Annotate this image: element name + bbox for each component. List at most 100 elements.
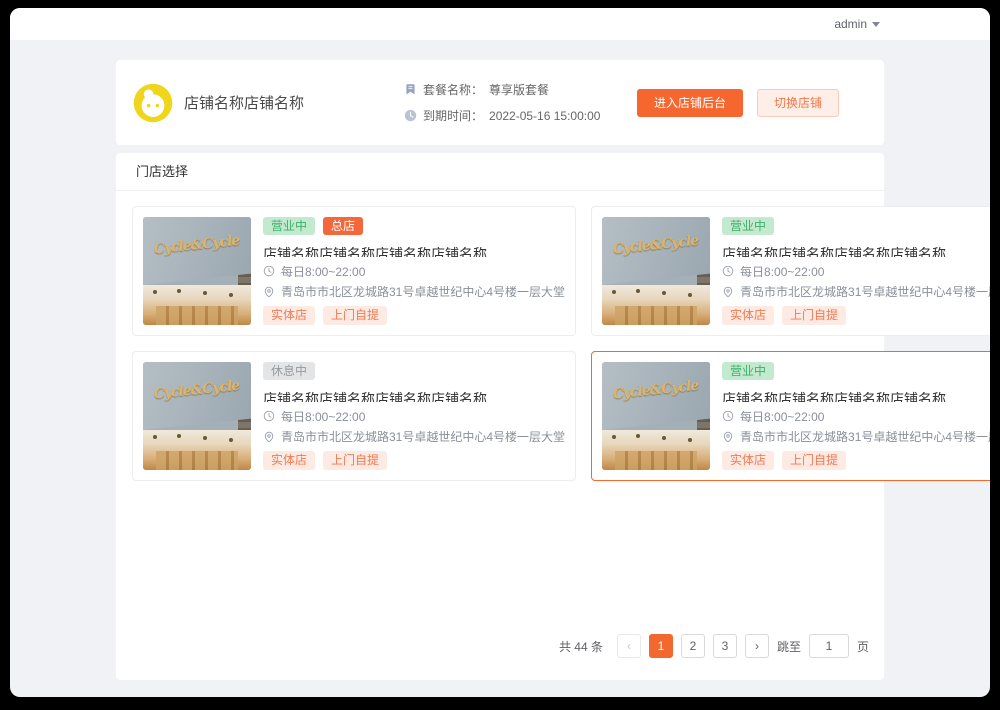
package-label: 套餐名称：	[423, 81, 483, 98]
user-menu[interactable]: admin	[834, 17, 880, 31]
status-badge: 营业中	[263, 217, 315, 235]
jump-label: 跳至	[777, 638, 801, 655]
package-row: 套餐名称： 尊享版套餐	[404, 81, 637, 98]
store-name: 店铺名称店铺名称店铺名称店铺名称	[263, 389, 565, 402]
expire-value: 2022-05-16 15:00:00	[489, 109, 600, 123]
store-photo: Cycle&Cycle	[143, 217, 251, 325]
status-badge: 营业中	[722, 217, 774, 235]
next-page-button[interactable]: ›	[745, 634, 769, 658]
store-tag: 上门自提	[782, 451, 846, 470]
badge-row: 营业中 总店	[263, 217, 565, 235]
clock-icon	[722, 266, 734, 277]
main-content: 店铺名称店铺名称 套餐名称： 尊享版套餐 到期时间：	[116, 60, 884, 680]
page-button-2[interactable]: 2	[681, 634, 705, 658]
shop-name: 店铺名称店铺名称	[184, 92, 304, 113]
shop-brand: 店铺名称店铺名称	[132, 82, 404, 124]
storefront-sign-text: Cycle&Cycle	[612, 378, 699, 403]
store-name: 店铺名称店铺名称店铺名称店铺名称	[722, 244, 990, 257]
store-tag: 实体店	[263, 306, 315, 325]
clock-icon	[263, 266, 275, 277]
pagination: 共 44 条 ‹ 1 2 3 › 跳至 页	[116, 634, 884, 680]
hours-text: 每日8:00~22:00	[281, 411, 365, 422]
expire-row: 到期时间： 2022-05-16 15:00:00	[404, 107, 637, 124]
clock-icon	[263, 411, 275, 422]
store-card[interactable]: Cycle&Cycle 营业中 总店 店铺名称店铺名称店铺名称店铺名称 每日8:…	[132, 206, 576, 336]
address-text: 青岛市市北区龙城路31号卓越世纪中心4号楼一层大堂	[740, 286, 990, 297]
store-body: 休息中 店铺名称店铺名称店铺名称店铺名称 每日8:00~22:00 青岛市市北区…	[263, 362, 565, 470]
address-text: 青岛市市北区龙城路31号卓越世纪中心4号楼一层大堂	[281, 286, 565, 297]
badge-row: 营业中	[722, 217, 990, 235]
address-row: 青岛市市北区龙城路31号卓越世纪中心4号楼一层大堂	[722, 431, 990, 442]
hours-text: 每日8:00~22:00	[281, 266, 365, 277]
clock-icon	[722, 411, 734, 422]
tag-row: 实体店 上门自提	[722, 451, 990, 470]
tag-row: 实体店 上门自提	[722, 306, 990, 325]
storefront-sign-text: Cycle&Cycle	[153, 378, 240, 403]
app-window: admin 店铺名称店铺名称	[10, 8, 990, 697]
hours-text: 每日8:00~22:00	[740, 411, 824, 422]
hours-row: 每日8:00~22:00	[263, 266, 565, 277]
location-pin-icon	[722, 286, 734, 297]
address-text: 青岛市市北区龙城路31号卓越世纪中心4号楼一层大堂	[740, 431, 990, 442]
badge-row: 营业中	[722, 362, 990, 380]
main-store-badge: 总店	[323, 217, 363, 235]
expire-label: 到期时间：	[423, 107, 483, 124]
topbar: admin	[10, 8, 990, 40]
address-row: 青岛市市北区龙城路31号卓越世纪中心4号楼一层大堂	[263, 431, 565, 442]
store-body: 营业中 店铺名称店铺名称店铺名称店铺名称 每日8:00~22:00 青岛市市北区…	[722, 217, 990, 325]
address-row: 青岛市市北区龙城路31号卓越世纪中心4号楼一层大堂	[722, 286, 990, 297]
badge-row: 休息中	[263, 362, 565, 380]
store-body: 营业中 店铺名称店铺名称店铺名称店铺名称 每日8:00~22:00 青岛市市北区…	[722, 362, 990, 470]
user-menu-label: admin	[834, 17, 867, 31]
store-body: 营业中 总店 店铺名称店铺名称店铺名称店铺名称 每日8:00~22:00 青岛市…	[263, 217, 565, 325]
jump-suffix: 页	[857, 638, 869, 655]
page-button-1[interactable]: 1	[649, 634, 673, 658]
location-pin-icon	[263, 431, 275, 442]
store-tag: 上门自提	[782, 306, 846, 325]
store-name: 店铺名称店铺名称店铺名称店铺名称	[263, 244, 565, 257]
bookmark-icon	[404, 83, 417, 96]
pagination-total: 共 44 条	[559, 638, 603, 655]
tag-row: 实体店 上门自提	[263, 306, 565, 325]
store-tag: 上门自提	[323, 306, 387, 325]
hours-row: 每日8:00~22:00	[263, 411, 565, 422]
shop-header-card: 店铺名称店铺名称 套餐名称： 尊享版套餐 到期时间：	[116, 60, 884, 145]
hours-row: 每日8:00~22:00	[722, 266, 990, 277]
status-badge: 休息中	[263, 362, 315, 380]
store-photo: Cycle&Cycle	[602, 362, 710, 470]
store-tag: 实体店	[722, 451, 774, 470]
hours-row: 每日8:00~22:00	[722, 411, 990, 422]
jump-page-input[interactable]	[809, 634, 849, 658]
clock-filled-icon	[404, 109, 417, 122]
plan-info: 套餐名称： 尊享版套餐 到期时间： 2022-05-16 15:00:00	[404, 81, 637, 124]
store-photo: Cycle&Cycle	[143, 362, 251, 470]
status-badge: 营业中	[722, 362, 774, 380]
store-tag: 实体店	[263, 451, 315, 470]
caret-down-icon	[872, 22, 880, 27]
prev-page-button[interactable]: ‹	[617, 634, 641, 658]
enter-shop-admin-button[interactable]: 进入店铺后台	[637, 89, 743, 117]
shop-logo-icon	[132, 82, 174, 124]
store-card[interactable]: Cycle&Cycle 休息中 店铺名称店铺名称店铺名称店铺名称 每日8:00~…	[132, 351, 576, 481]
store-card[interactable]: Cycle&Cycle 营业中 店铺名称店铺名称店铺名称店铺名称 每日8:00~…	[591, 206, 990, 336]
page-button-3[interactable]: 3	[713, 634, 737, 658]
storefront-sign-text: Cycle&Cycle	[153, 233, 240, 258]
package-value: 尊享版套餐	[489, 81, 549, 98]
store-card-selected[interactable]: Cycle&Cycle 营业中 店铺名称店铺名称店铺名称店铺名称 每日8:00~…	[591, 351, 990, 481]
store-photo: Cycle&Cycle	[602, 217, 710, 325]
section-title: 门店选择	[116, 153, 884, 191]
header-actions: 进入店铺后台 切换店铺	[637, 89, 884, 117]
store-tag: 实体店	[722, 306, 774, 325]
store-tag: 上门自提	[323, 451, 387, 470]
hours-text: 每日8:00~22:00	[740, 266, 824, 277]
store-name: 店铺名称店铺名称店铺名称店铺名称	[722, 389, 990, 402]
store-selection-card: 门店选择 Cycle&Cycle 营业中 总店 店铺名称店铺名称店铺名称	[116, 153, 884, 680]
storefront-sign-text: Cycle&Cycle	[612, 233, 699, 258]
location-pin-icon	[263, 286, 275, 297]
location-pin-icon	[722, 431, 734, 442]
tag-row: 实体店 上门自提	[263, 451, 565, 470]
address-text: 青岛市市北区龙城路31号卓越世纪中心4号楼一层大堂	[281, 431, 565, 442]
store-cards-grid: Cycle&Cycle 营业中 总店 店铺名称店铺名称店铺名称店铺名称 每日8:…	[116, 191, 884, 481]
switch-shop-button[interactable]: 切换店铺	[757, 89, 839, 117]
address-row: 青岛市市北区龙城路31号卓越世纪中心4号楼一层大堂	[263, 286, 565, 297]
